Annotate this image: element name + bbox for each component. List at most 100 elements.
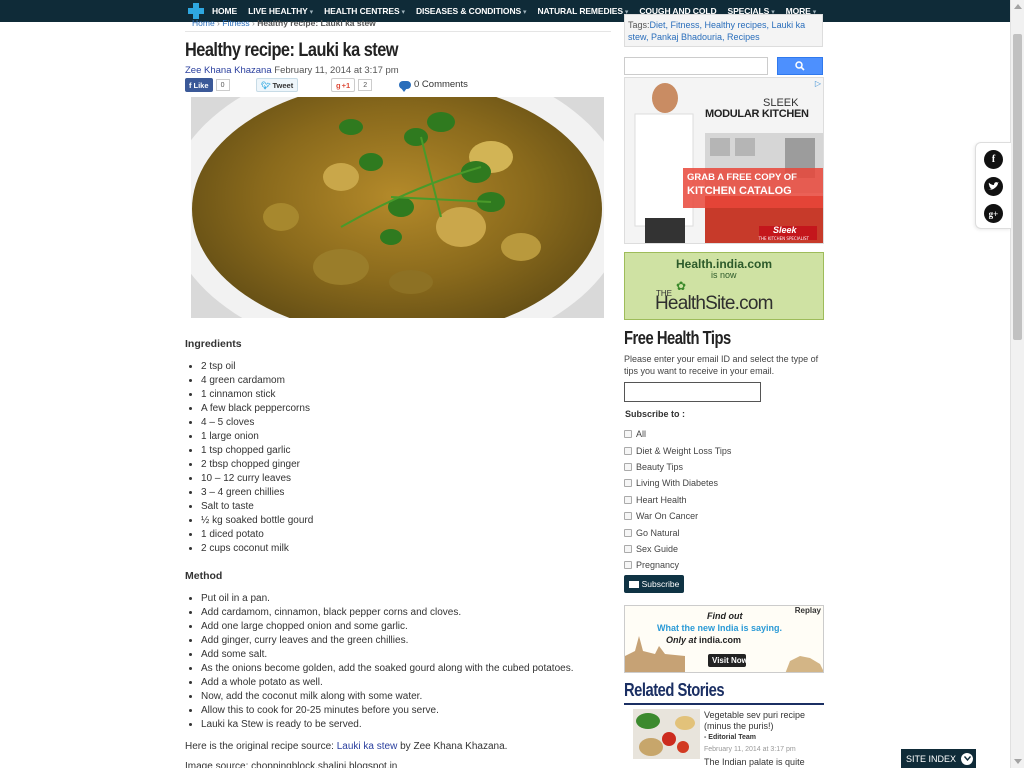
scroll-up-arrow-icon[interactable]	[1014, 4, 1022, 9]
ad3-line1: Find out	[707, 611, 743, 621]
scrollbar-thumb[interactable]	[1013, 34, 1022, 340]
method-step: As the onions become golden, add the soa…	[201, 662, 574, 676]
checkbox[interactable]	[624, 561, 632, 570]
tip-option-go-natural[interactable]: Go Natural	[624, 524, 731, 540]
replay-link[interactable]: Replay	[795, 606, 821, 615]
tip-option-pregnancy[interactable]: Pregnancy	[624, 557, 731, 573]
related-story-author: - Editorial Team	[704, 734, 756, 741]
tip-option-heart-health[interactable]: Heart Health	[624, 492, 731, 508]
google-plus-count: 2	[358, 79, 373, 91]
comments-count: 0 Comments	[414, 79, 468, 90]
method-step: Add a whole potato as well.	[201, 676, 574, 690]
checkbox[interactable]	[624, 512, 632, 521]
tip-option-beauty-tips[interactable]: Beauty Tips	[624, 459, 731, 475]
tags-box: Tags:Diet, Fitness, Healthy recipes, Lau…	[624, 14, 823, 47]
facebook-like-button[interactable]: f Like 0	[185, 78, 230, 92]
ingredient-item: 10 – 12 curry leaves	[201, 472, 313, 486]
search-input[interactable]	[624, 57, 768, 75]
checkbox[interactable]	[624, 495, 632, 504]
tags-links[interactable]: Diet, Fitness, Healthy recipes, Lauki ka…	[628, 20, 805, 42]
ingredient-item: ½ kg soaked bottle gourd	[201, 514, 313, 528]
source-link[interactable]: Lauki ka stew	[337, 741, 398, 752]
subscribe-button-label: Subscribe	[641, 579, 680, 589]
nav-item-label: NATURAL REMEDIES	[537, 6, 623, 16]
tip-option-sex-guide[interactable]: Sex Guide	[624, 541, 731, 557]
tip-option-label: All	[636, 429, 647, 440]
ingredient-item: 1 tsp chopped garlic	[201, 444, 313, 458]
visit-now-button[interactable]: Visit Now!	[712, 656, 751, 665]
site-index-label: SITE INDEX	[906, 753, 957, 764]
twitter-bird-icon	[988, 182, 999, 190]
article-byline: Zee Khana Khazana February 11, 2014 at 3…	[185, 65, 399, 76]
method-step: Allow this to cook for 20-25 minutes bef…	[201, 704, 574, 718]
tip-option-all[interactable]: All	[624, 426, 731, 442]
tip-option-label: Diet & Weight Loss Tips	[636, 445, 732, 456]
dropdown-caret-icon: ▾	[309, 9, 314, 16]
nav-item-health-centres[interactable]: HEALTH CENTRES ▾	[324, 6, 405, 16]
india-com-ad[interactable]: Replay Find out What the new India is sa…	[624, 605, 824, 673]
method-step: Add some salt.	[201, 648, 574, 662]
method-step: Put oil in a pan.	[201, 592, 574, 606]
nav-item-label: DISEASES & CONDITIONS	[415, 6, 522, 16]
related-stories-title: Related Stories	[624, 680, 725, 700]
ingredients-heading: Ingredients	[185, 338, 242, 350]
breadcrumb-home[interactable]: Home	[192, 18, 215, 28]
google-plus-button[interactable]: g +1 2	[331, 78, 373, 92]
checkbox[interactable]	[624, 446, 632, 455]
twitter-icon[interactable]	[984, 177, 1003, 196]
tweet-button[interactable]: 🐦︎ Tweet	[256, 78, 299, 92]
twitter-bird-icon: 🐦︎	[261, 80, 271, 90]
tip-option-living-with-diabetes[interactable]: Living With Diabetes	[624, 475, 731, 491]
author-link[interactable]: Zee Khana Khazana	[185, 65, 272, 76]
checkbox[interactable]	[624, 544, 632, 553]
healthsite-ad[interactable]: Health.india.com is now THE ✿ HealthSite…	[624, 252, 824, 320]
page-scrollbar[interactable]	[1010, 0, 1024, 768]
checkbox[interactable]	[624, 430, 632, 439]
checkbox[interactable]	[624, 528, 632, 537]
subscribe-button[interactable]: Subscribe	[624, 575, 684, 593]
comments-link[interactable]: 0 Comments	[399, 79, 468, 92]
breadcrumb-current: Healthy recipe: Lauki ka stew	[257, 18, 376, 28]
ingredient-item: A few black peppercorns	[201, 402, 313, 416]
leaf-icon: ✿	[676, 279, 687, 293]
stew-bowl-image	[191, 97, 604, 318]
related-story-date: February 11, 2014 at 3:17 pm	[704, 746, 796, 753]
site-index-button[interactable]: SITE INDEX	[901, 749, 976, 768]
comment-bubble-icon	[399, 80, 411, 92]
site-logo-icon[interactable]	[188, 3, 204, 19]
nav-item-live-healthy[interactable]: LIVE HEALTHY ▾	[248, 6, 313, 16]
free-health-tips-description: Please enter your email ID and select th…	[624, 354, 819, 376]
method-step: Add ginger, curry leaves and the green c…	[201, 634, 574, 648]
checkbox[interactable]	[624, 479, 632, 488]
search-button[interactable]	[777, 57, 823, 75]
tip-option-label: Heart Health	[636, 494, 687, 505]
checkbox[interactable]	[624, 462, 632, 471]
email-field[interactable]	[624, 382, 761, 402]
tweet-label: Tweet	[272, 80, 294, 90]
tip-option-war-on-cancer[interactable]: War On Cancer	[624, 508, 731, 524]
free-health-tips-title: Free Health Tips	[624, 328, 731, 348]
svg-text:THE KITCHEN SPECIALIST: THE KITCHEN SPECIALIST	[758, 236, 810, 241]
ingredient-item: 2 tsp oil	[201, 360, 313, 374]
breadcrumb-section[interactable]: Fitness	[222, 18, 249, 28]
related-story-headline[interactable]: Vegetable sev puri recipe (minus the pur…	[704, 710, 824, 732]
ad3-line3-prefix: Only at	[666, 635, 700, 645]
tip-option-label: Go Natural	[636, 527, 680, 538]
tip-option-label: Beauty Tips	[636, 461, 684, 472]
google-plus-icon[interactable]: g+	[984, 204, 1003, 223]
facebook-icon[interactable]: f	[984, 150, 1003, 169]
related-story-thumbnail[interactable]	[633, 709, 700, 759]
nav-item-diseases-conditions[interactable]: DISEASES & CONDITIONS ▾	[416, 6, 527, 16]
nav-item-home[interactable]: HOME	[212, 6, 237, 16]
ingredient-item: 3 – 4 green chillies	[201, 486, 313, 500]
ad2-line2: is now	[711, 270, 737, 280]
sleek-kitchen-ad[interactable]: THE KITCHEN SPECIALIST SLEEK MODULAR KIT…	[624, 77, 824, 244]
tip-option-diet-weight-loss-tips[interactable]: Diet & Weight Loss Tips	[624, 442, 731, 458]
recipe-photo	[191, 97, 604, 318]
ad-choices-icon[interactable]: ▷	[815, 79, 821, 88]
ad1-cta1: GRAB A FREE COPY OF	[687, 172, 797, 183]
scroll-down-arrow-icon[interactable]	[1014, 759, 1022, 764]
tags-label: Tags:	[628, 20, 650, 30]
facebook-icon: f	[189, 80, 192, 90]
nav-item-natural-remedies[interactable]: NATURAL REMEDIES ▾	[537, 6, 628, 16]
